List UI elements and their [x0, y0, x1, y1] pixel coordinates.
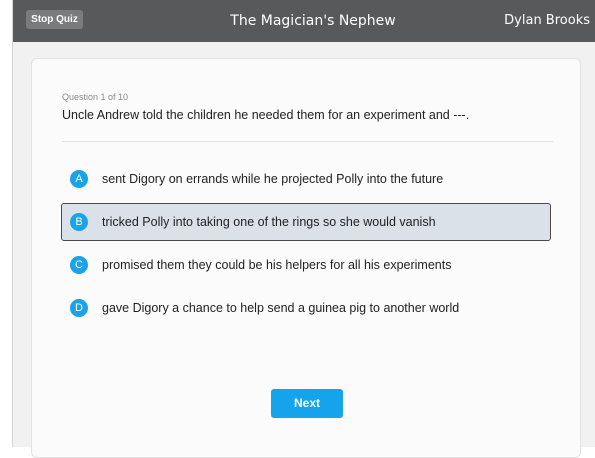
option-text: sent Digory on errands while he projecte… [102, 172, 444, 186]
option-text: tricked Polly into taking one of the rin… [102, 215, 436, 229]
option-letter-badge: A [70, 170, 88, 188]
next-button[interactable]: Next [271, 389, 343, 418]
answer-option-c[interactable]: C promised them they could be his helper… [61, 246, 551, 284]
answer-option-a[interactable]: A sent Digory on errands while he projec… [61, 160, 551, 198]
option-text: gave Digory a chance to help send a guin… [102, 301, 460, 315]
top-bar: Stop Quiz The Magician's Nephew Dylan Br… [13, 0, 595, 42]
divider [62, 141, 553, 142]
answer-option-b[interactable]: B tricked Polly into taking one of the r… [61, 203, 551, 241]
option-letter-badge: D [70, 299, 88, 317]
user-name[interactable]: Dylan Brooks [504, 0, 590, 42]
app-frame: Stop Quiz The Magician's Nephew Dylan Br… [12, 0, 595, 458]
answer-option-d[interactable]: D gave Digory a chance to help send a gu… [61, 289, 551, 327]
stop-quiz-button[interactable]: Stop Quiz [26, 10, 83, 29]
quiz-title: The Magician's Nephew [230, 13, 396, 29]
option-letter-badge: C [70, 256, 88, 274]
question-card: Question 1 of 10 Uncle Andrew told the c… [31, 58, 581, 458]
question-text: Uncle Andrew told the children he needed… [62, 108, 470, 122]
question-counter: Question 1 of 10 [62, 92, 129, 102]
option-letter-badge: B [70, 213, 88, 231]
option-text: promised them they could be his helpers … [102, 258, 452, 272]
